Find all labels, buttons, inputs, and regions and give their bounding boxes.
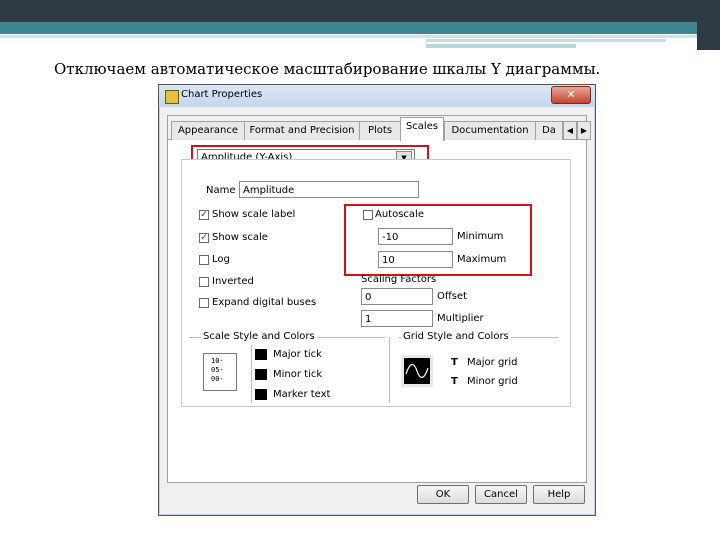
major-grid-color-icon[interactable]: T [451,357,458,368]
autoscale-label: Autoscale [375,209,424,220]
dialog-title: Chart Properties [181,89,263,100]
close-button[interactable]: ✕ [551,86,591,104]
tab-data[interactable]: Da [535,121,563,140]
show-scale-label: Show scale [212,232,268,243]
inverted-label: Inverted [212,276,254,287]
tab-scales[interactable]: Scales [400,117,444,141]
sine-wave-icon [405,364,429,378]
grid-group-separator [389,337,390,403]
log-checkbox[interactable] [199,255,209,265]
tab-scroll-left-icon[interactable]: ◀ [563,121,577,140]
minor-tick-label: Minor tick [273,369,323,380]
expand-digital-buses-checkbox[interactable] [199,298,209,308]
help-button[interactable]: Help [533,485,585,504]
slide-header-line [0,35,720,38]
tab-plots[interactable]: Plots [359,121,401,140]
major-tick-label: Major tick [273,349,322,360]
scale-style-title: Scale Style and Colors [201,331,317,342]
major-grid-label: Major grid [467,357,518,368]
tab-scroll-right-icon[interactable]: ▶ [577,121,591,140]
grid-style-preview[interactable] [401,355,433,387]
chart-properties-dialog: Chart Properties ✕ Appearance Format and… [158,84,596,516]
minor-grid-color-icon[interactable]: T [451,376,458,387]
autoscale-checkbox[interactable] [363,210,373,220]
tab-format-and-precision[interactable]: Format and Precision [244,121,360,140]
inverted-checkbox[interactable] [199,277,209,287]
offset-input[interactable]: 0 [361,288,433,305]
marker-text-label: Marker text [273,389,331,400]
grid-style-title: Grid Style and Colors [401,331,511,342]
slide-header-stripe-short [426,44,576,48]
tab-documentation[interactable]: Documentation [444,121,536,140]
marker-text-color-swatch[interactable] [255,389,267,400]
minor-grid-label: Minor grid [467,376,518,387]
show-scale-checkbox[interactable]: ✓ [199,233,209,243]
minimum-label: Minimum [457,231,504,242]
slide-header-corner [697,0,720,50]
offset-label: Offset [437,291,468,302]
expand-digital-buses-label: Expand digital buses [212,297,317,308]
multiplier-input[interactable]: 1 [361,310,433,327]
app-icon [165,90,179,104]
preview-line: 00- [211,375,224,383]
scale-style-vline [251,345,252,403]
major-tick-color-swatch[interactable] [255,349,267,360]
name-input[interactable]: Amplitude [239,181,419,198]
maximum-label: Maximum [457,254,507,265]
scaling-factors-title: Scaling Factors [361,274,437,285]
scale-style-preview[interactable]: 10- 05- 00- [203,353,237,391]
slide-header-stripe [426,39,666,42]
cancel-button[interactable]: Cancel [475,485,527,504]
slide-header-accent [0,22,720,34]
slide-header-bar [0,0,720,22]
ok-button[interactable]: OK [417,485,469,504]
maximum-input[interactable]: 10 [378,251,453,268]
preview-line: 10- [211,357,224,365]
log-label: Log [212,254,230,265]
slide-caption: Отключаем автоматическое масштабирование… [54,60,601,78]
minimum-input[interactable]: -10 [378,228,453,245]
show-scale-label-label: Show scale label [212,209,296,220]
multiplier-label: Multiplier [437,313,484,324]
preview-line: 05- [211,366,224,374]
minor-tick-color-swatch[interactable] [255,369,267,380]
name-label: Name [206,185,236,196]
tab-appearance[interactable]: Appearance [171,121,245,140]
show-scale-label-checkbox[interactable]: ✓ [199,210,209,220]
dialog-titlebar[interactable]: Chart Properties ✕ [159,85,595,107]
